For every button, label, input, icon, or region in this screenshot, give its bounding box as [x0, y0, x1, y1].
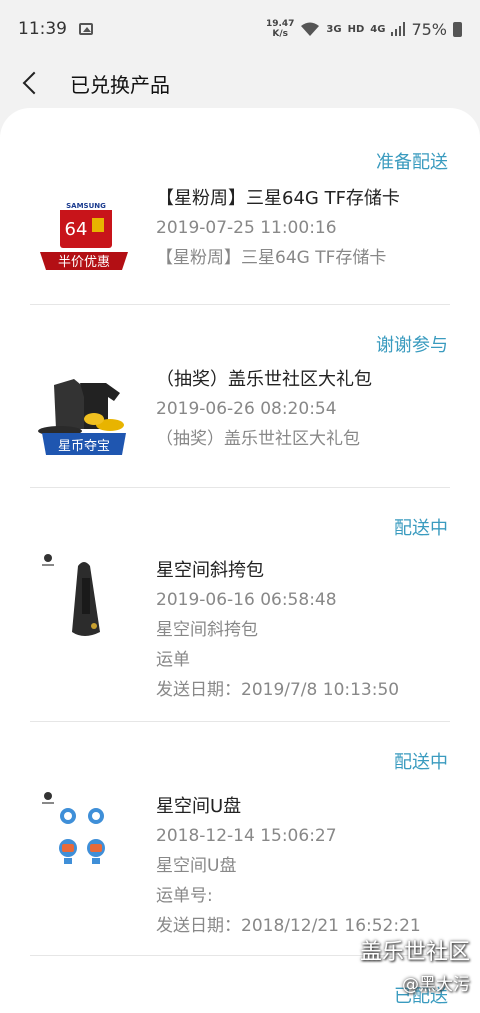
order-list: 准备配送 SAMSUNG 64 半价优惠 【星粉周】三星64G TF存储卡 20…: [0, 108, 480, 1013]
ship-date: 发送日期：2019/7/8 10:13:50: [156, 680, 400, 700]
gift-pack-icon: 星币夺宝: [38, 379, 126, 455]
crossbody-bag-icon: [42, 554, 100, 636]
svg-text:SAMSUNG: SAMSUNG: [66, 202, 106, 210]
watermark-site: 盖乐世社区: [359, 940, 470, 965]
clock: 11:39: [18, 19, 67, 39]
order-info: 星空间U盘 2018-12-14 15:06:27 星空间U盘 运单号: 发送日…: [156, 792, 448, 941]
tracking-label: 运单: [156, 650, 190, 670]
order-status: 谢谢参与: [376, 335, 448, 356]
order-datetime: 2019-06-16 06:58:48: [156, 590, 337, 610]
cell-signal-icon: [391, 22, 406, 36]
app-header: 已兑换产品: [0, 58, 480, 108]
order-datetime: 2019-06-26 08:20:54: [156, 399, 337, 419]
wifi-icon: [301, 22, 320, 36]
svg-text:半价优惠: 半价优惠: [58, 255, 110, 270]
usb-drive-icon: [42, 792, 105, 864]
tracking-number: 运单号:: [156, 881, 448, 906]
order-info: （抽奖）盖乐世社区大礼包 2019-06-26 08:20:54 （抽奖）盖乐世…: [156, 365, 448, 454]
product-detail: 【星粉周】三星64G TF存储卡: [156, 248, 387, 268]
order-datetime: 2019-07-25 11:00:16: [156, 218, 337, 238]
signal-4g-icon: 4G: [370, 23, 386, 35]
status-icons: 19.47 K/s 3G HD 4G 75%: [266, 19, 462, 39]
gift-pack-thumbnail: 星币夺宝: [34, 375, 134, 459]
battery-icon: [453, 21, 462, 37]
order-status: 配送中: [394, 518, 448, 539]
tracking-label: 运单号:: [156, 886, 213, 906]
page-title: 已兑换产品: [70, 72, 170, 97]
ship-date: 发送日期：2018/12/21 16:52:21: [156, 916, 421, 936]
image-notification-icon: [79, 23, 93, 35]
sd-card-thumbnail: SAMSUNG 64 半价优惠: [34, 200, 134, 276]
speed-value: 19.47: [265, 19, 295, 29]
product-name: （抽奖）盖乐世社区大礼包: [156, 369, 372, 390]
order-info: 【星粉周】三星64G TF存储卡 2019-07-25 11:00:16 【星粉…: [156, 184, 448, 273]
tracking-number: 运单: [156, 645, 448, 670]
list-item[interactable]: 配送中 星空间斜挎包 2019-06-16 06:58:48 星空间斜挎包 运单…: [30, 488, 448, 721]
speed-unit: K/s: [272, 29, 288, 39]
list-item[interactable]: 谢谢参与 星币夺宝 （抽奖）盖乐世社区大礼包 2019-06-26 08:20:…: [30, 305, 448, 487]
sd-card-icon: SAMSUNG 64 半价优惠: [40, 200, 128, 270]
order-status: 准备配送: [376, 152, 448, 173]
product-detail: 星空间斜挎包: [156, 620, 258, 640]
usb-drive-thumbnail: [34, 786, 134, 886]
network-speed: 19.47 K/s: [266, 19, 294, 39]
hd-icon: HD: [347, 23, 365, 35]
product-detail: （抽奖）盖乐世社区大礼包: [156, 429, 360, 449]
svg-text:星币夺宝: 星币夺宝: [58, 439, 110, 454]
watermark-user: @黑大污: [402, 975, 470, 995]
status-bar: 11:39 19.47 K/s 3G HD 4G 75%: [0, 0, 480, 58]
bag-thumbnail: [34, 548, 134, 648]
order-datetime: 2018-12-14 15:06:27: [156, 826, 337, 846]
list-item[interactable]: 准备配送 SAMSUNG 64 半价优惠 【星粉周】三星64G TF存储卡 20…: [30, 108, 448, 304]
svg-text:64: 64: [65, 219, 88, 240]
signal-3g-icon: 3G: [326, 23, 342, 35]
battery-percent: 75%: [411, 19, 447, 39]
order-info: 星空间斜挎包 2019-06-16 06:58:48 星空间斜挎包 运单 发送日…: [156, 556, 448, 705]
back-arrow-icon[interactable]: [22, 71, 46, 95]
product-detail: 星空间U盘: [156, 856, 237, 876]
list-item[interactable]: 配送中 星空间U盘 2018-12-14 15:06:27 星空间U盘 运单号:…: [30, 722, 448, 955]
order-status: 配送中: [394, 752, 448, 773]
product-name: 【星粉周】三星64G TF存储卡: [156, 188, 400, 209]
product-name: 星空间U盘: [156, 796, 242, 817]
product-name: 星空间斜挎包: [156, 560, 264, 581]
